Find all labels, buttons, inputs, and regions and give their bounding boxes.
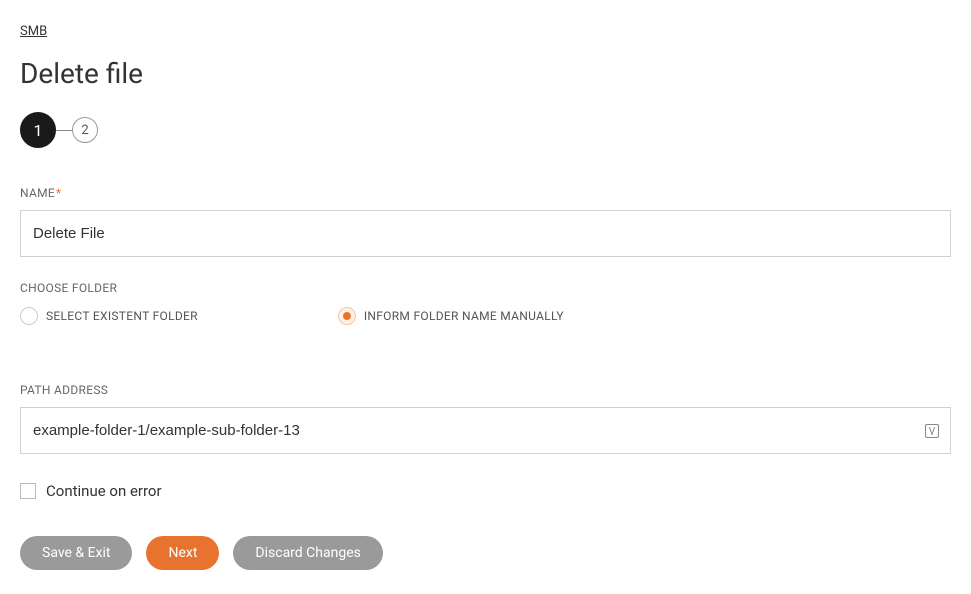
step-1[interactable]: 1 bbox=[20, 112, 56, 148]
required-star-icon: * bbox=[56, 186, 61, 200]
radio-circle-unselected bbox=[20, 307, 38, 325]
name-label: NAME* bbox=[20, 186, 951, 200]
continue-on-error-label: Continue on error bbox=[46, 482, 162, 500]
continue-on-error-checkbox-row[interactable]: Continue on error bbox=[20, 482, 951, 500]
radio-select-existent-folder[interactable]: SELECT EXISTENT FOLDER bbox=[20, 307, 198, 325]
field-name: NAME* bbox=[20, 186, 951, 257]
page-title: Delete file bbox=[20, 57, 951, 90]
choose-folder-label: CHOOSE FOLDER bbox=[20, 281, 951, 295]
radio-circle-selected bbox=[338, 307, 356, 325]
field-choose-folder: CHOOSE FOLDER SELECT EXISTENT FOLDER INF… bbox=[20, 281, 951, 325]
save-exit-button[interactable]: Save & Exit bbox=[20, 536, 132, 570]
breadcrumb[interactable]: SMB bbox=[20, 24, 47, 39]
step-2[interactable]: 2 bbox=[72, 117, 98, 143]
step-connector bbox=[56, 130, 72, 131]
radio-inform-folder-manually[interactable]: INFORM FOLDER NAME MANUALLY bbox=[338, 307, 564, 325]
field-path-address: PATH ADDRESS bbox=[20, 383, 951, 454]
name-label-text: NAME bbox=[20, 186, 55, 200]
continue-on-error-checkbox bbox=[20, 483, 36, 499]
discard-changes-button[interactable]: Discard Changes bbox=[233, 536, 382, 570]
choose-folder-radio-group: SELECT EXISTENT FOLDER INFORM FOLDER NAM… bbox=[20, 307, 951, 325]
path-address-label: PATH ADDRESS bbox=[20, 383, 951, 397]
stepper: 1 2 bbox=[20, 112, 951, 148]
next-button[interactable]: Next bbox=[146, 536, 219, 570]
radio-label-inform-manually: INFORM FOLDER NAME MANUALLY bbox=[364, 309, 564, 323]
name-input[interactable] bbox=[20, 210, 951, 257]
radio-label-select-existent: SELECT EXISTENT FOLDER bbox=[46, 309, 198, 323]
path-address-input[interactable] bbox=[20, 407, 951, 454]
variable-icon[interactable] bbox=[923, 422, 941, 440]
button-row: Save & Exit Next Discard Changes bbox=[20, 536, 951, 570]
